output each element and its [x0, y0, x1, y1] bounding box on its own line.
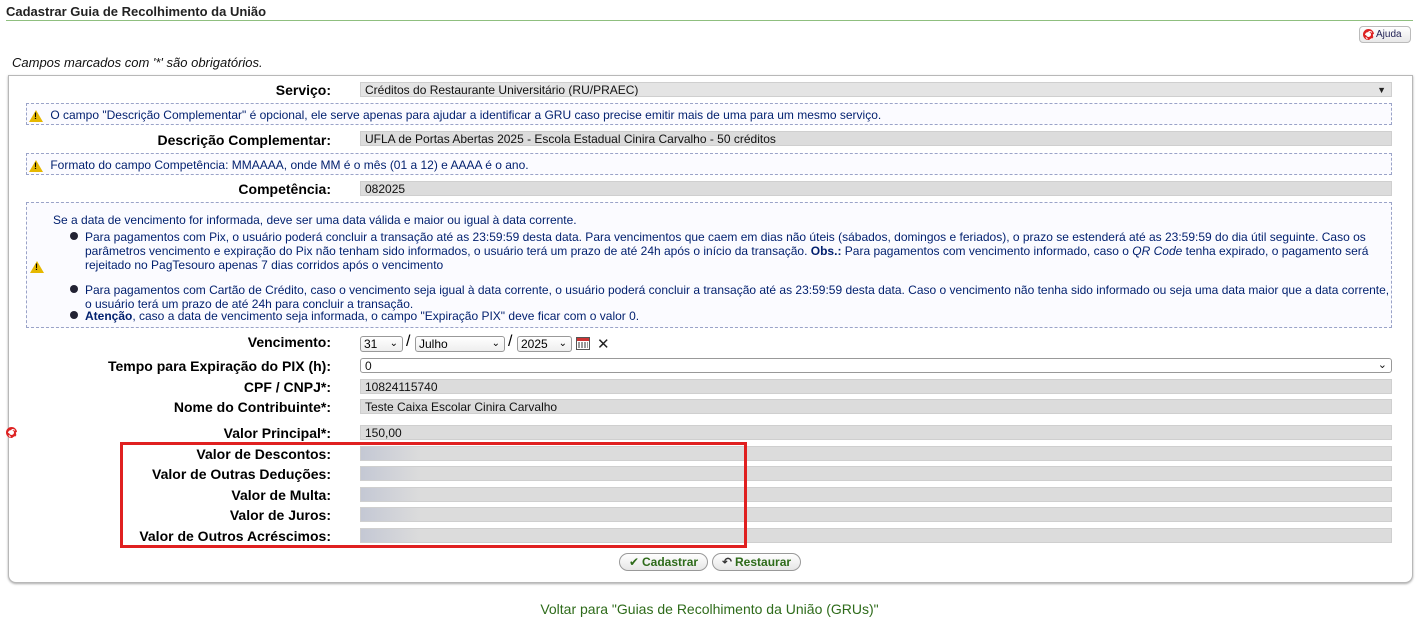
warning-icon	[29, 109, 43, 122]
lifebuoy-icon	[1363, 29, 1374, 40]
highlight-box	[120, 442, 747, 548]
warning-icon	[29, 159, 43, 172]
vencimento-month-select[interactable]: Julho ⌄	[415, 336, 505, 352]
notice-descricao: O campo "Descrição Complementar" é opcio…	[26, 103, 1392, 125]
expiracao-pix-select[interactable]: 0 ⌄	[360, 358, 1392, 373]
required-fields-note: Campos marcados com '*' são obrigatórios…	[12, 55, 263, 70]
cpf-label: CPF / CNPJ*:	[243, 379, 331, 395]
valor-principal-input[interactable]: 150,00	[360, 425, 1392, 440]
back-link[interactable]: Voltar para "Guias de Recolhimento da Un…	[0, 601, 1419, 617]
chevron-down-icon: ⌄	[1377, 359, 1387, 371]
descricao-input[interactable]: UFLA de Portas Abertas 2025 - Escola Est…	[360, 131, 1392, 146]
date-separator: /	[406, 333, 411, 350]
bullet-icon	[70, 285, 78, 293]
title-divider	[6, 20, 1413, 21]
vencimento-label: Vencimento:	[247, 334, 331, 350]
contribuinte-label: Nome do Contribuinte*:	[173, 399, 331, 415]
calendar-icon[interactable]	[576, 337, 590, 350]
notice-pix-text: Para pagamentos com Pix, o usuário poder…	[85, 230, 1369, 272]
help-label: Ajuda	[1376, 29, 1402, 40]
contribuinte-input[interactable]: Teste Caixa Escolar Cinira Carvalho	[360, 399, 1392, 414]
cpf-input[interactable]: 10824115740	[360, 379, 1392, 394]
valor-principal-label: Valor Principal*:	[223, 425, 331, 441]
help-button[interactable]: Ajuda	[1359, 26, 1411, 43]
competencia-label: Competência:	[238, 181, 331, 197]
checkmark-icon: ✔	[628, 555, 640, 569]
undo-icon: ↶	[721, 555, 733, 569]
notice-competencia: Formato do campo Competência: MMAAAA, on…	[26, 153, 1392, 175]
bullet-icon	[70, 232, 78, 240]
clear-date-icon[interactable]: ✕	[597, 335, 610, 353]
servico-label: Serviço:	[275, 82, 331, 98]
notice-cartao-text: Para pagamentos com Cartão de Crédito, c…	[85, 283, 1390, 311]
servico-select[interactable]: Créditos do Restaurante Universitário (R…	[360, 82, 1392, 97]
descricao-label: Descrição Complementar:	[157, 132, 331, 148]
restaurar-button[interactable]: ↶ Restaurar	[712, 553, 801, 571]
cadastrar-button[interactable]: ✔ Cadastrar	[619, 553, 708, 571]
vencimento-day-select[interactable]: 31 ⌄	[360, 336, 403, 352]
notice-vencimento: Se a data de vencimento for informada, d…	[26, 202, 1392, 328]
date-separator: /	[508, 333, 513, 350]
notice-atencao-text: Atenção, caso a data de vencimento seja …	[85, 309, 640, 323]
expiracao-pix-label: Tempo para Expiração do PIX (h):	[107, 358, 331, 374]
bullet-icon	[70, 311, 78, 319]
competencia-input[interactable]: 082025	[360, 181, 1392, 196]
warning-icon	[30, 261, 44, 273]
vencimento-year-select[interactable]: 2025 ⌄	[517, 336, 572, 352]
lifebuoy-icon[interactable]	[6, 427, 17, 438]
page-title: Cadastrar Guia de Recolhimento da União	[6, 4, 267, 19]
